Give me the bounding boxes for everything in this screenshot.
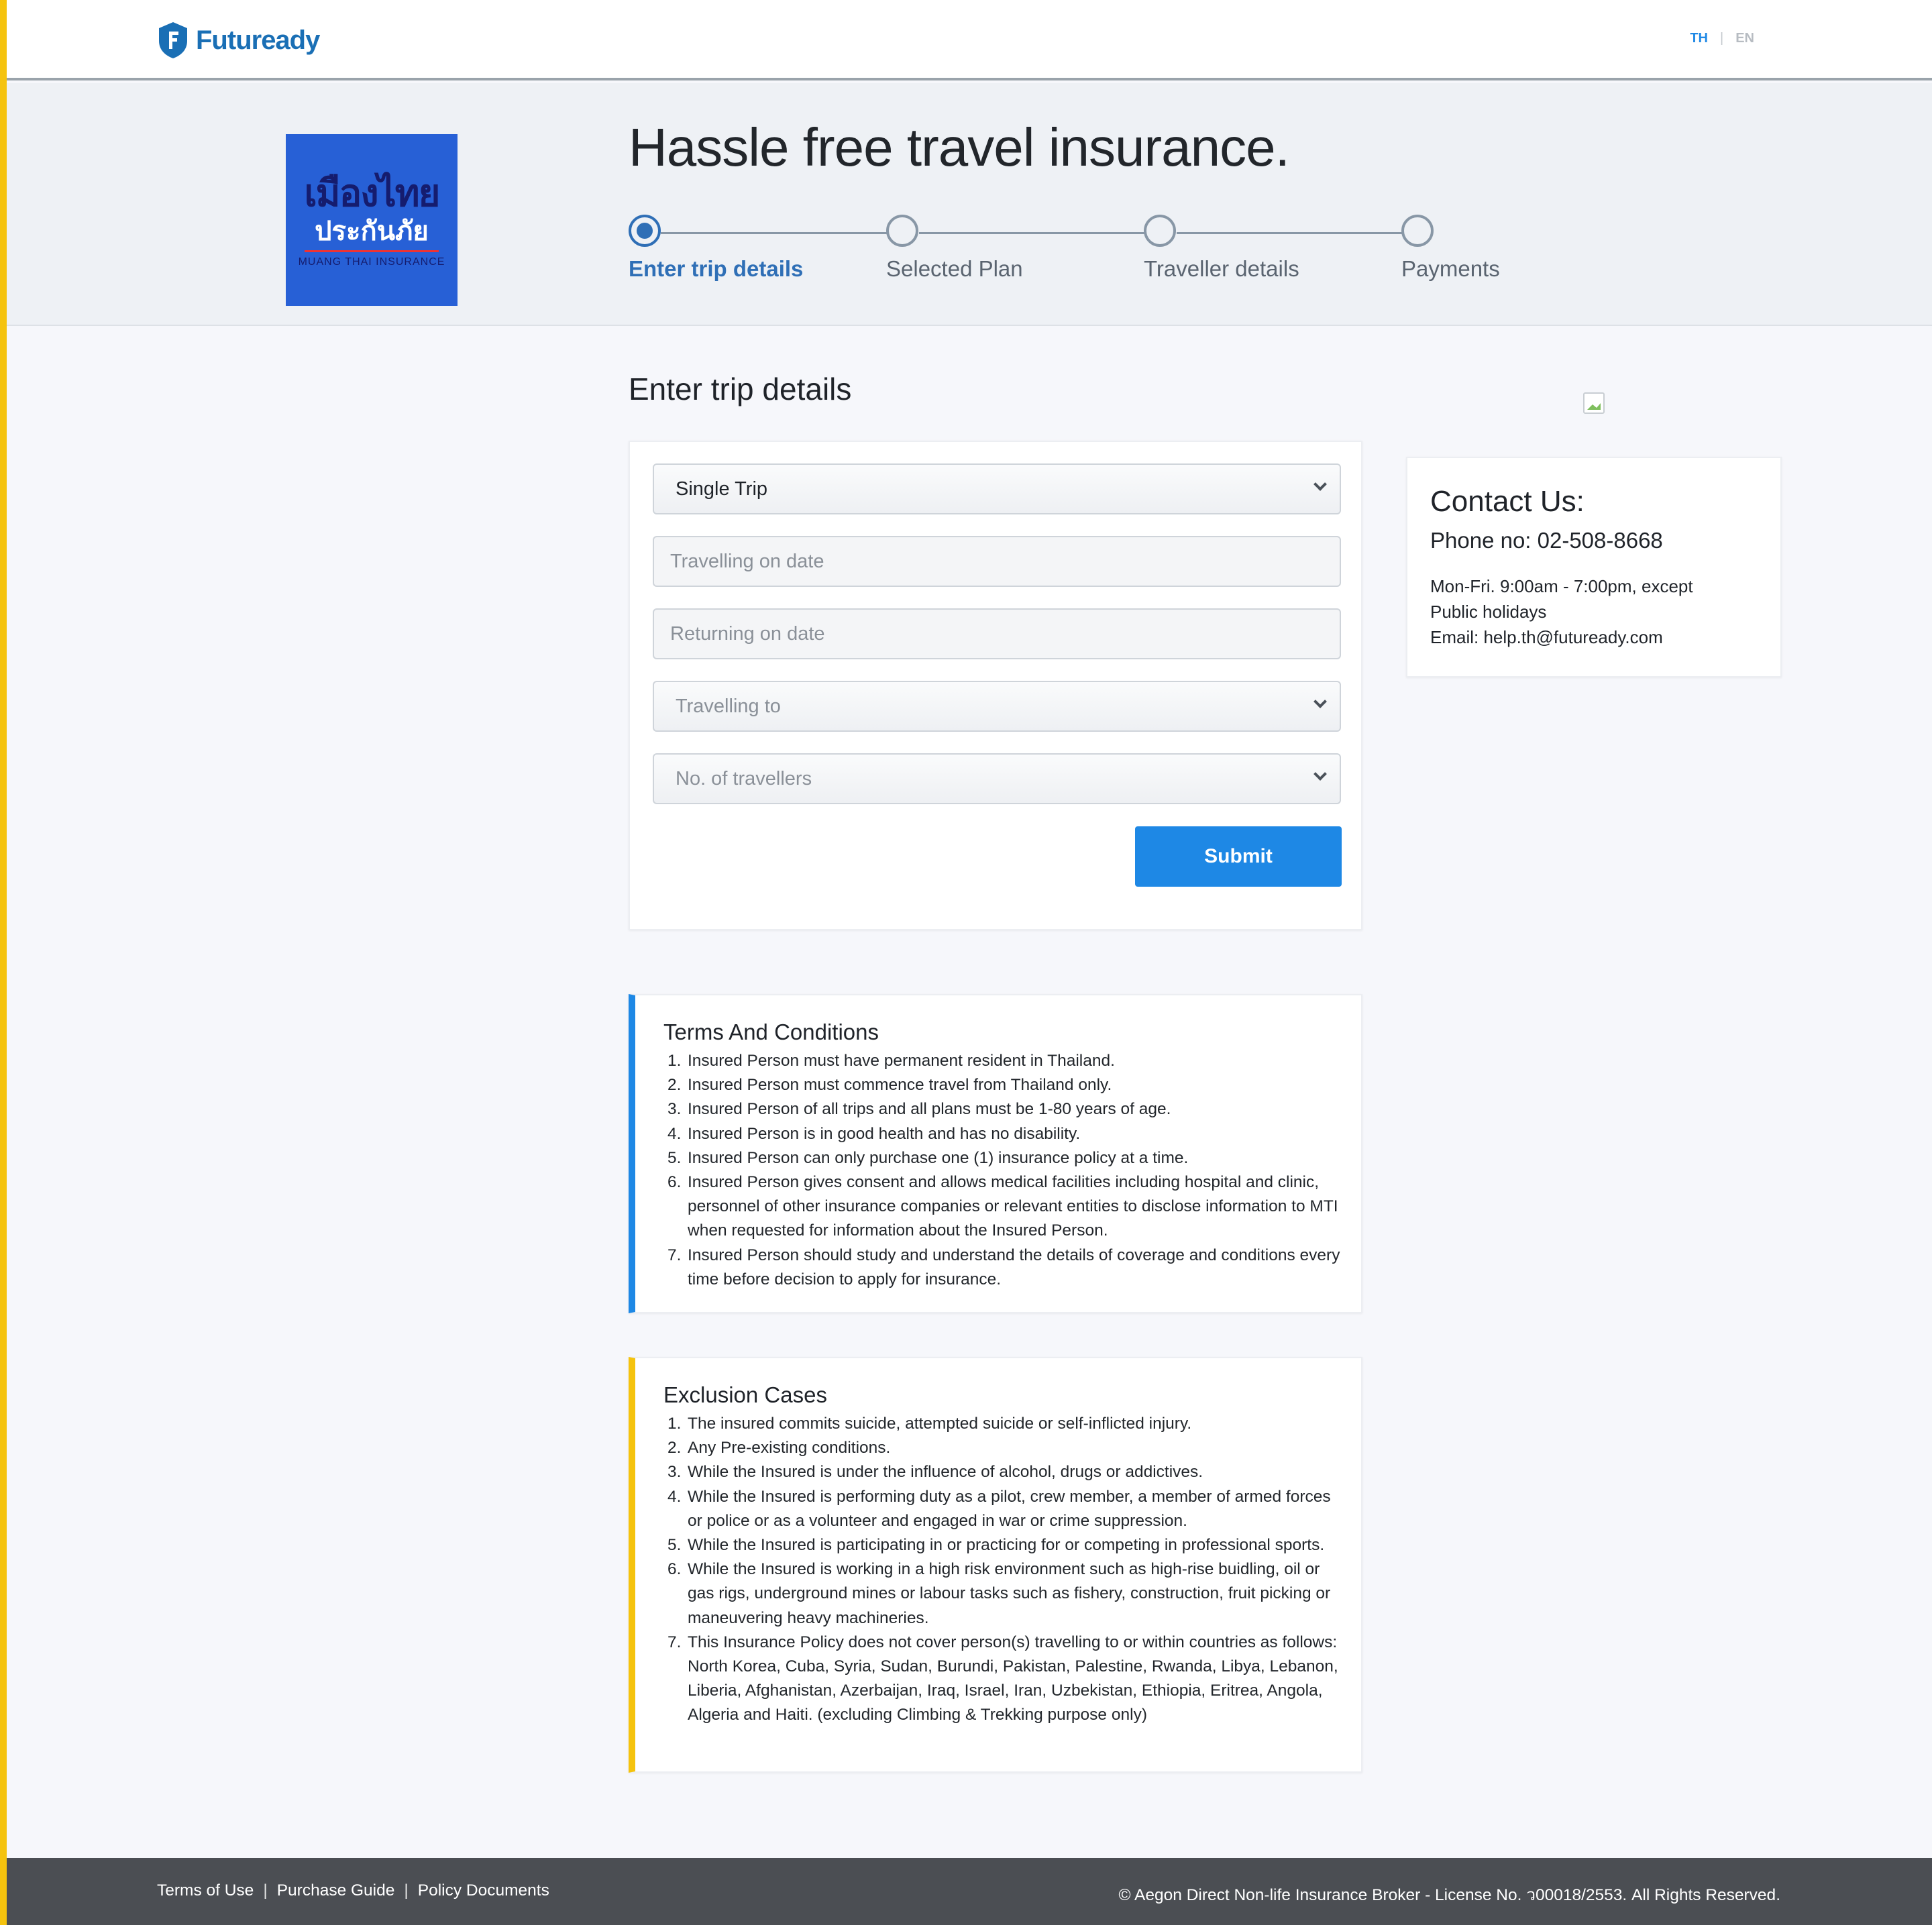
exclusions-list: The insured commits suicide, attempted s… [663,1412,1341,1728]
list-item: Any Pre-existing conditions. [667,1436,891,1460]
list-item: Insured Person is in good health and has… [667,1122,1081,1146]
section-title: Enter trip details [629,372,852,406]
footer-link-policy-documents[interactable]: Policy Documents [418,1881,549,1900]
step-traveller-details[interactable]: Traveller details [1144,215,1299,281]
stepper-connector [919,232,1144,234]
travelling-to-value: Travelling to [676,695,781,717]
partner-logo-thai-name: เมืองไทย [304,171,441,215]
lang-en-link[interactable]: EN [1735,31,1754,46]
returning-on-date-placeholder: Returning on date [670,622,825,645]
lang-separator: | [1720,31,1724,46]
footer-link-terms-of-use[interactable]: Terms of Use [157,1881,254,1900]
footer-copyright: © Aegon Direct Non-life Insurance Broker… [1118,1886,1780,1904]
top-header: Futuready TH | EN [7,0,1932,80]
exclusions-title: Exclusion Cases [663,1382,827,1407]
partner-logo: เมืองไทย ประกันภัย MUANG THAI INSURANCE [286,134,458,306]
step-label: Payments [1401,256,1500,281]
footer-separator: | [404,1881,409,1900]
language-switcher: TH | EN [1690,31,1754,46]
exclusions-card: Exclusion Cases The insured commits suic… [629,1357,1362,1773]
partner-logo-bar [305,250,439,252]
terms-title: Terms And Conditions [663,1020,879,1044]
contact-phone: Phone no: 02-508-8668 [1430,528,1663,553]
contact-email: Email: help.th@futuready.com [1430,627,1663,647]
chevron-down-icon [1313,767,1327,781]
step-circle-icon [1401,215,1434,247]
footer-links: Terms of Use | Purchase Guide | Policy D… [157,1881,549,1900]
step-selected-plan[interactable]: Selected Plan [886,215,1023,281]
step-active-circle-icon [629,215,661,247]
returning-on-date-input[interactable]: Returning on date [653,608,1341,659]
terms-card: Terms And Conditions Insured Person must… [629,994,1362,1313]
page-footer: Terms of Use | Purchase Guide | Policy D… [7,1858,1932,1925]
chevron-down-icon [1313,478,1327,491]
contact-card: Contact Us: Phone no: 02-508-8668 Mon-Fr… [1406,457,1782,677]
terms-list: Insured Person must have permanent resid… [663,1049,1341,1292]
travelling-on-date-placeholder: Travelling on date [670,550,824,572]
no-of-travellers-value: No. of travellers [676,767,812,789]
brand-name: Futuready [196,25,320,55]
step-circle-icon [886,215,918,247]
left-accent-stripe [0,0,7,1925]
trip-details-form: Single Trip Travelling on date Returning… [629,441,1362,930]
step-enter-trip-details[interactable]: Enter trip details [629,215,803,281]
stepper-connector [1177,232,1403,234]
list-item: Insured Person must commence travel from… [667,1073,1112,1097]
step-label: Selected Plan [886,256,1023,281]
contact-title: Contact Us: [1430,485,1585,518]
travelling-to-select[interactable]: Travelling to [653,681,1341,732]
step-label: Enter trip details [629,256,804,281]
trip-type-value: Single Trip [676,478,768,500]
step-label: Traveller details [1144,256,1299,281]
list-item: Insured Person of all trips and all plan… [667,1097,1171,1121]
list-item: While the Insured is performing duty as … [667,1485,1331,1530]
partner-logo-english: MUANG THAI INSURANCE [298,256,445,268]
step-circle-icon [1144,215,1176,247]
contact-hours: Mon-Fri. 9:00am - 7:00pm, except Public … [1430,576,1693,622]
broken-image-icon [1583,392,1605,414]
list-item: While the Insured is participating in or… [667,1533,1325,1557]
step-payments[interactable]: Payments [1401,215,1500,281]
submit-button[interactable]: Submit [1135,826,1342,887]
list-item: Insured Person gives consent and allows … [667,1170,1338,1240]
list-item: This Insurance Policy does not cover per… [667,1631,1338,1724]
shield-logo-icon [159,22,187,58]
page-title: Hassle free travel insurance. [629,117,1290,177]
list-item: The insured commits suicide, attempted s… [667,1412,1192,1436]
trip-type-select[interactable]: Single Trip [653,463,1341,514]
chevron-down-icon [1313,695,1327,708]
list-item: While the Insured is under the influence… [667,1460,1203,1484]
brand-logo[interactable]: Futuready [157,20,320,60]
list-item: Insured Person must have permanent resid… [667,1049,1115,1073]
lang-th-link[interactable]: TH [1690,31,1708,46]
travelling-on-date-input[interactable]: Travelling on date [653,536,1341,587]
footer-separator: | [263,1881,268,1900]
list-item: While the Insured is working in a high r… [667,1557,1331,1627]
stepper-connector [661,232,887,234]
list-item: Insured Person should study and understa… [667,1244,1340,1288]
partner-logo-thai-sub: ประกันภัย [315,215,429,247]
footer-link-purchase-guide[interactable]: Purchase Guide [277,1881,395,1900]
hero-banner: เมืองไทย ประกันภัย MUANG THAI INSURANCE … [7,83,1932,326]
list-item: Insured Person can only purchase one (1)… [667,1146,1189,1170]
no-of-travellers-select[interactable]: No. of travellers [653,753,1341,804]
progress-stepper: Enter trip details Selected Plan Travell… [629,215,1514,295]
